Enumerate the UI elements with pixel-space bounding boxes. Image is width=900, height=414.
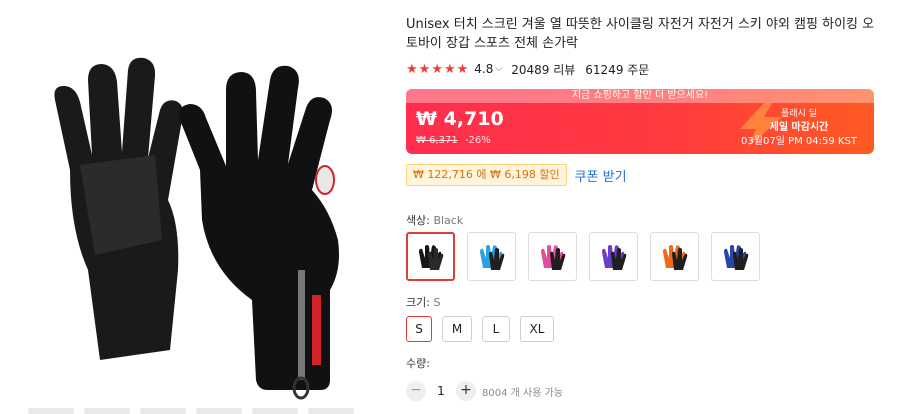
thumbnail[interactable] [28,408,74,414]
review-count[interactable]: 20489 리뷰 [511,61,575,78]
flash-deal-label: 플래시 딜 [781,109,817,119]
increase-quantity-button[interactable]: + [456,381,476,401]
rating-stars: ★ ★ ★ ★ ★ [406,63,468,76]
swatch-orange[interactable] [650,232,699,281]
product-main-image[interactable] [30,40,380,400]
available-stock: 8004 개 사용 가능 [482,387,563,399]
flash-deal-info: 플래시 딜 세일 마감시간 03월07일 PM 04:59 KST [734,107,864,149]
product-title: Unisex 터치 스크린 겨울 열 따뜻한 사이클링 자전거 자전거 스키 야… [406,17,875,51]
current-price: ₩ 4,710 [416,108,504,130]
sale-end-label: 세일 마감시간 [769,122,829,133]
size-selected-value: S [433,296,441,309]
product-gallery [0,0,390,414]
decrease-quantity-button[interactable]: − [406,381,426,401]
original-price: ₩ 6,371 [416,135,458,146]
quantity-value[interactable]: 1 [426,384,456,398]
coupon-tag: ₩ 122,716 에 ₩ 6,198 할인 [406,164,567,186]
swatch-pink[interactable] [528,232,577,281]
quantity-stepper: − 1 + 8004 개 사용 가능 [406,381,563,401]
sale-end-time: 03월07일 PM 04:59 KST [741,136,857,147]
rating-row: ★ ★ ★ ★ ★ 4.8 ⌵ 20489 리뷰 61249 주문 [406,60,649,78]
color-label: 색상: [406,214,430,227]
logo-badge [315,165,335,195]
size-label-row: 크기: S [406,294,440,310]
chevron-down-icon[interactable]: ⌵ [495,64,502,74]
size-option-m[interactable]: M [442,316,472,342]
swatch-blue[interactable] [467,232,516,281]
order-count: 61249 주문 [585,62,650,77]
rating-value[interactable]: 4.8 [474,62,493,76]
thumbnail[interactable] [84,408,130,414]
color-selected-value: Black [433,214,464,227]
quantity-label: 수량: [406,357,430,370]
size-option-s[interactable]: S [406,316,432,342]
coupon-row: ₩ 122,716 에 ₩ 6,198 할인 쿠폰 받기 [406,164,627,186]
star-icon: ★ [406,61,418,77]
glove-thumbnail-icon [601,244,626,270]
promo-banner: 지금 쇼핑하고 할인 더 받으세요! [406,89,874,103]
price-original-row: ₩ 6,371 -26% [416,135,491,146]
thumbnail[interactable] [308,408,354,414]
thumbnail-strip[interactable] [28,408,368,414]
thumbnail[interactable] [140,408,186,414]
swatch-navy[interactable] [711,232,760,281]
glove-thumbnail-icon [418,244,443,270]
product-info-panel: Unisex 터치 스크린 겨울 열 따뜻한 사이클링 자전거 자전거 스키 야… [406,0,886,414]
brand-tag [312,295,321,365]
glove-thumbnail-icon [662,244,687,270]
star-icon: ★ [418,61,431,77]
glove-thumbnail-icon [479,244,504,270]
color-swatches [406,232,760,281]
swatch-black[interactable] [406,232,455,281]
glove-thumbnail-icon [723,244,748,270]
price-box: 지금 쇼핑하고 할인 더 받으세요! ₩ 4,710 ₩ 6,371 -26% … [406,89,874,154]
thumbnail[interactable] [196,408,242,414]
star-icon: ★ [456,61,469,77]
swatch-purple[interactable] [589,232,638,281]
star-icon: ★ [431,61,443,77]
discount-percent: -26% [464,135,491,146]
zipper-line [298,270,305,380]
glove-thumbnail-icon [540,244,565,270]
size-options: S M L XL [406,316,554,342]
size-label: 크기: [406,296,430,309]
star-icon: ★ [443,61,456,77]
size-option-l[interactable]: L [482,316,510,342]
thumbnail[interactable] [252,408,298,414]
get-coupon-link[interactable]: 쿠폰 받기 [575,166,627,185]
color-label-row: 색상: Black [406,212,463,228]
size-option-xl[interactable]: XL [520,316,554,342]
